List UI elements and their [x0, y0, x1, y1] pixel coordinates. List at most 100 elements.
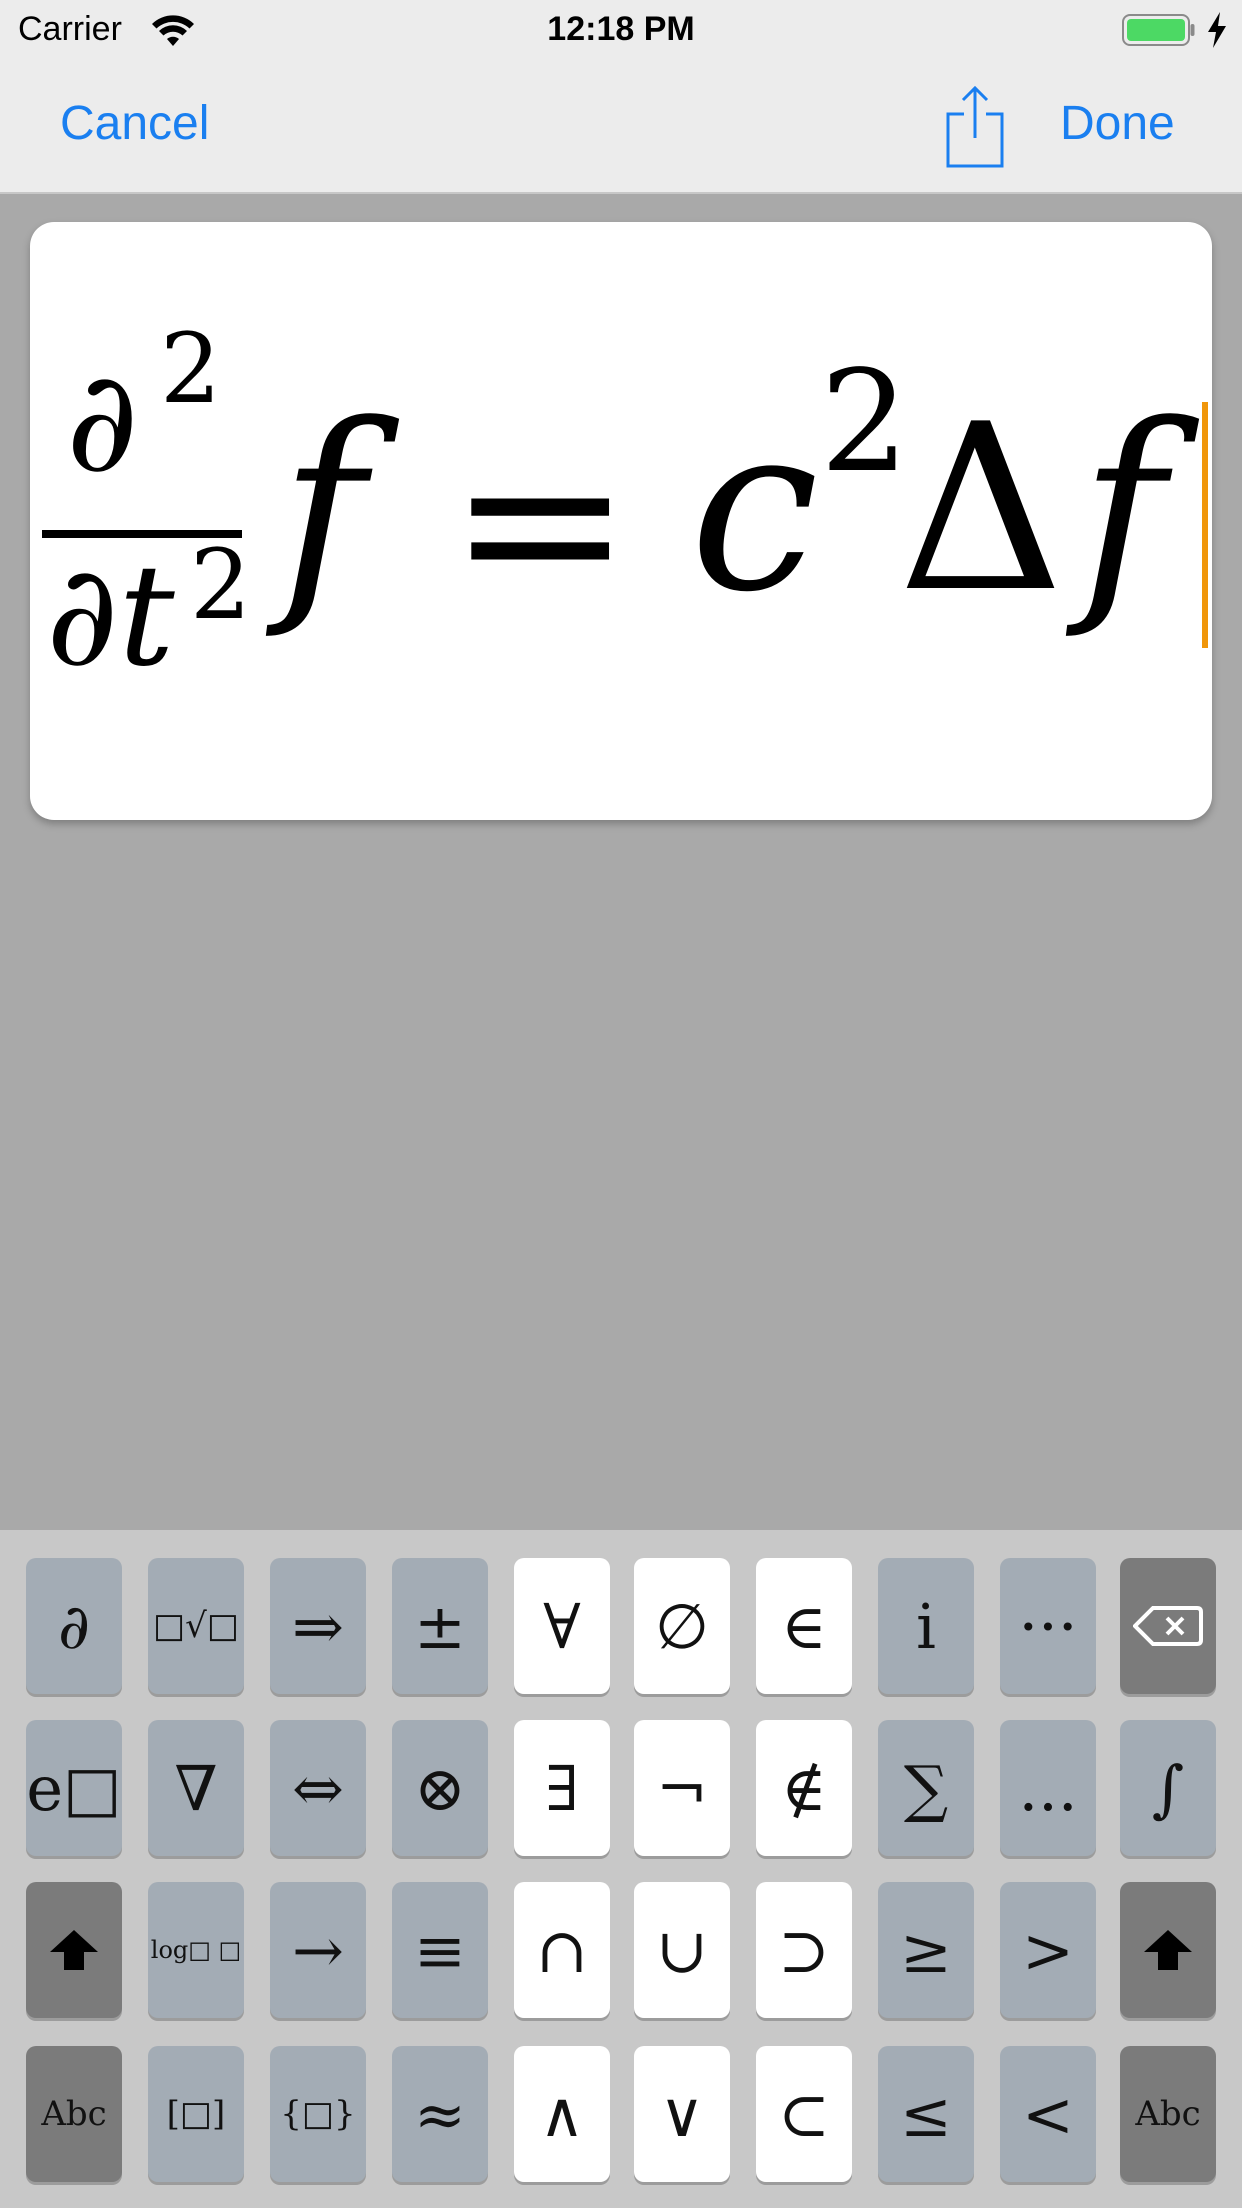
- union-key[interactable]: ∪: [634, 1882, 730, 2018]
- subset-label: ⊂: [778, 2077, 830, 2151]
- brackets-key[interactable]: [□]: [148, 2046, 244, 2182]
- exponent-label: e□: [26, 1751, 122, 1825]
- empty-set-label: ∅: [654, 1589, 709, 1663]
- shift-arrow-icon: [1144, 1930, 1192, 1970]
- braces-label: {□}: [280, 2094, 356, 2134]
- fraction-denominator: ∂t: [46, 535, 175, 698]
- and-label: ∧: [539, 2077, 585, 2151]
- not-key[interactable]: ¬: [634, 1720, 730, 1856]
- variable-f-second: f: [1065, 376, 1200, 643]
- equivalent-label: ≡: [414, 1913, 466, 1987]
- shift-left-key[interactable]: [26, 1882, 122, 2018]
- approx-key[interactable]: ≈: [392, 2046, 488, 2182]
- cancel-button[interactable]: Cancel: [60, 96, 209, 151]
- or-label: ∨: [659, 2077, 705, 2151]
- fraction-numerator-partial: ∂: [66, 341, 138, 504]
- iff-key[interactable]: ⇔: [270, 1720, 366, 1856]
- low-dots-key[interactable]: ...: [1000, 1720, 1096, 1856]
- element-of-label: ∈: [781, 1589, 827, 1663]
- variable-c: c: [690, 376, 819, 643]
- center-dots-label: ···: [1018, 1589, 1078, 1663]
- subset-key[interactable]: ⊂: [756, 2046, 852, 2182]
- tensor-key[interactable]: ⊗: [392, 1720, 488, 1856]
- equivalent-key[interactable]: ≡: [392, 1882, 488, 2018]
- implies-key[interactable]: ⇒: [270, 1558, 366, 1694]
- navigation-bar: Carrier 12:18 PM Cancel Done: [0, 0, 1242, 194]
- approx-label: ≈: [414, 2077, 466, 2151]
- greater-equal-label: ≥: [900, 1913, 952, 1987]
- fraction-numerator-exponent: 2: [160, 313, 221, 425]
- sum-key[interactable]: ∑: [878, 1720, 974, 1856]
- formula-display[interactable]: ∂ 2 ∂t 2 f = c 2 Δ f: [30, 222, 1212, 820]
- less-key[interactable]: <: [1000, 2046, 1096, 2182]
- imaginary-i-label: i: [916, 1589, 936, 1663]
- nth-root-key[interactable]: □√□: [148, 1558, 244, 1694]
- and-key[interactable]: ∧: [514, 2046, 610, 2182]
- status-bar: Carrier 12:18 PM: [0, 0, 1242, 62]
- not-label: ¬: [656, 1751, 708, 1825]
- exponent-key[interactable]: e□: [26, 1720, 122, 1856]
- superset-label: ⊃: [778, 1913, 830, 1987]
- plus-minus-key[interactable]: ±: [392, 1558, 488, 1694]
- less-equal-key[interactable]: ≤: [878, 2046, 974, 2182]
- intersection-label: ∩: [536, 1913, 588, 1987]
- imaginary-i-key[interactable]: i: [878, 1558, 974, 1694]
- for-all-label: ∀: [543, 1589, 581, 1663]
- log-label: log□ □: [150, 1936, 242, 1964]
- right-arrow-key[interactable]: →: [270, 1882, 366, 2018]
- element-of-key[interactable]: ∈: [756, 1558, 852, 1694]
- math-editor[interactable]: ∂ 2 ∂t 2 f = c 2 Δ f: [30, 222, 1212, 820]
- abc-right-key[interactable]: Abc: [1120, 2046, 1216, 2182]
- exists-key[interactable]: ∃: [514, 1720, 610, 1856]
- fraction-denominator-exponent: 2: [190, 529, 251, 641]
- or-key[interactable]: ∨: [634, 2046, 730, 2182]
- empty-set-key[interactable]: ∅: [634, 1558, 730, 1694]
- backspace-key[interactable]: [1120, 1558, 1216, 1694]
- greater-equal-key[interactable]: ≥: [878, 1882, 974, 2018]
- charging-bolt-icon: [1208, 12, 1226, 48]
- shift-arrow-icon: [50, 1930, 98, 1970]
- log-key[interactable]: log□ □: [148, 1882, 244, 2018]
- shift-right-key[interactable]: [1120, 1882, 1216, 2018]
- not-element-label: ∉: [781, 1751, 827, 1825]
- nabla-key[interactable]: ∇: [148, 1720, 244, 1856]
- partial-label: ∂: [57, 1589, 91, 1663]
- tensor-label: ⊗: [414, 1751, 466, 1825]
- greater-key[interactable]: >: [1000, 1882, 1096, 2018]
- share-icon[interactable]: [944, 84, 1006, 168]
- low-dots-label: ...: [1018, 1751, 1078, 1825]
- abc-left-label: Abc: [41, 2094, 107, 2134]
- braces-key[interactable]: {□}: [270, 2046, 366, 2182]
- delta-symbol: Δ: [898, 376, 1064, 643]
- right-arrow-label: →: [292, 1913, 344, 1987]
- status-time: 12:18 PM: [547, 10, 695, 48]
- union-label: ∪: [656, 1913, 708, 1987]
- not-element-key[interactable]: ∉: [756, 1720, 852, 1856]
- partial-key[interactable]: ∂: [26, 1558, 122, 1694]
- less-label: <: [1022, 2077, 1074, 2151]
- center-dots-key[interactable]: ···: [1000, 1558, 1096, 1694]
- backspace-icon: [1133, 1606, 1203, 1646]
- text-cursor: [1202, 402, 1208, 648]
- integral-label: ∫: [1151, 1751, 1185, 1825]
- less-equal-label: ≤: [900, 2077, 952, 2151]
- for-all-key[interactable]: ∀: [514, 1558, 610, 1694]
- sum-label: ∑: [903, 1751, 949, 1825]
- variable-f: f: [265, 376, 400, 643]
- superset-key[interactable]: ⊃: [756, 1882, 852, 2018]
- nth-root-label: □√□: [153, 1606, 239, 1646]
- done-button[interactable]: Done: [1060, 96, 1175, 151]
- battery-icon: [1122, 14, 1195, 46]
- implies-label: ⇒: [292, 1589, 344, 1663]
- greater-label: >: [1022, 1913, 1074, 1987]
- intersection-key[interactable]: ∩: [514, 1882, 610, 2018]
- equals-sign: =: [448, 394, 632, 650]
- brackets-label: [□]: [166, 2094, 226, 2134]
- iff-label: ⇔: [292, 1751, 344, 1825]
- abc-left-key[interactable]: Abc: [26, 2046, 122, 2182]
- exists-label: ∃: [545, 1751, 579, 1825]
- plus-minus-label: ±: [414, 1589, 466, 1663]
- math-keyboard: ∂ □√□ ⇒ ± ∀ ∅ ∈ i ··· e□ ∇ ⇔ ⊗ ∃ ¬ ∉ ∑... ∫ log□ □ → ≡ ∩ ∪ ⊃ ≥ > A…: [0, 1530, 1242, 2208]
- abc-right-label: Abc: [1135, 2094, 1201, 2134]
- integral-key[interactable]: ∫: [1120, 1720, 1216, 1856]
